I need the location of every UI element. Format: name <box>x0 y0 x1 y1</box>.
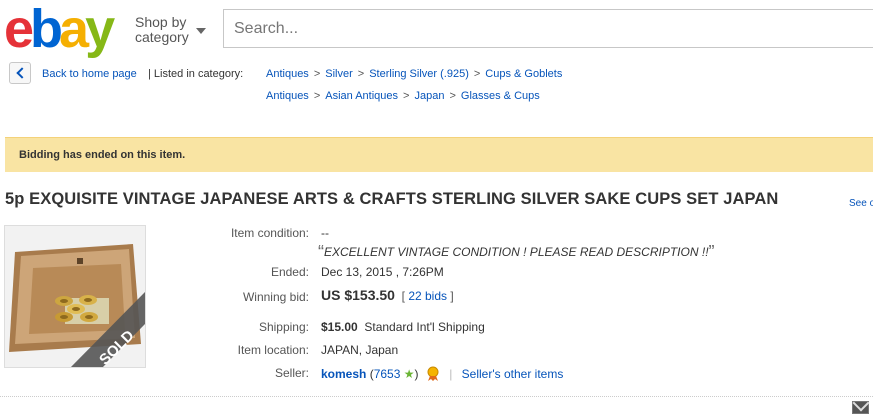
back-chevron-icon[interactable] <box>9 62 31 84</box>
chevron-down-icon <box>196 28 206 34</box>
item-location-label: Item location: <box>237 343 309 357</box>
section-divider <box>0 396 873 397</box>
breadcrumb-asian-antiques[interactable]: Asian Antiques <box>325 90 398 102</box>
logo-letter-b: b <box>30 0 63 59</box>
see-original-link[interactable]: See o <box>849 198 873 209</box>
winning-bid-row: US $153.50 [ 22 bids ] <box>321 287 454 303</box>
search-input[interactable] <box>223 9 873 48</box>
breadcrumb-separator: > <box>357 68 365 80</box>
item-condition-label: Item condition: <box>230 226 309 240</box>
breadcrumb-separator: > <box>473 68 481 80</box>
condition-note-text: EXCELLENT VINTAGE CONDITION ! PLEASE REA… <box>324 245 709 259</box>
seller-feedback-link[interactable]: 7653 <box>374 367 401 381</box>
ended-label: Ended: <box>270 265 309 279</box>
bid-history-link[interactable]: 22 bids <box>408 289 447 303</box>
seller-row: komesh (7653 ★) | Seller's other items <box>321 366 564 381</box>
seller-label: Seller: <box>274 366 309 380</box>
breadcrumb-secondary: Antiques > Asian Antiques > Japan > Glasses & … <box>266 90 540 103</box>
listed-in-category-label: | Listed in category: <box>148 68 244 80</box>
breadcrumb-separator: > <box>403 90 410 102</box>
site-header: ebay Shop by category <box>0 0 873 58</box>
item-photo-image: SOLD <box>5 226 145 367</box>
breadcrumb-antiques[interactable]: Antiques <box>266 68 309 80</box>
breadcrumb-japan[interactable]: Japan <box>414 90 444 102</box>
breadcrumb-silver[interactable]: Silver <box>325 68 353 80</box>
category-label: category <box>135 29 189 45</box>
item-title: 5p EXQUISITE VINTAGE JAPANESE ARTS & CRA… <box>5 190 779 208</box>
bid-count: [ 22 bids ] <box>398 289 454 303</box>
shop-by-category-button[interactable]: Shop by category <box>135 14 206 45</box>
breadcrumb-separator: > <box>313 68 321 80</box>
shipping-method: Standard Int'l Shipping <box>364 320 485 334</box>
breadcrumb-sterling-silver[interactable]: Sterling Silver (.925) <box>369 68 469 80</box>
breadcrumb-glasses-cups[interactable]: Glasses & Cups <box>461 90 540 102</box>
ebay-logo[interactable]: ebay <box>4 0 115 59</box>
shipping-label: Shipping: <box>258 320 309 334</box>
item-location-value: JAPAN, Japan <box>321 343 399 357</box>
shop-by-label: Shop by <box>135 14 187 30</box>
shipping-row: $15.00 Standard Int'l Shipping <box>321 320 485 334</box>
top-rated-seller-icon <box>427 366 439 381</box>
condition-note: “EXCELLENT VINTAGE CONDITION ! PLEASE RE… <box>318 242 715 263</box>
bids-close-bracket: ] <box>450 289 454 303</box>
logo-letter-a: a <box>59 0 89 59</box>
breadcrumb-cups-goblets[interactable]: Cups & Goblets <box>485 68 562 80</box>
star-icon: ★ <box>403 367 415 381</box>
back-to-home-link[interactable]: Back to home page <box>42 68 137 81</box>
bidding-ended-message: Bidding has ended on this item. <box>19 149 186 161</box>
close-quote-mark: ” <box>708 242 715 262</box>
breadcrumb-primary: Antiques > Silver > Sterling Silver (.925) > C… <box>266 68 562 81</box>
seller-name: komesh <box>321 367 367 381</box>
breadcrumb-separator: > <box>449 90 456 102</box>
mail-icon[interactable] <box>852 401 869 414</box>
breadcrumb-separator: > <box>313 90 321 102</box>
logo-letter-y: y <box>85 0 115 59</box>
seller-name-link[interactable]: komesh <box>321 367 366 381</box>
winning-bid-label: Winning bid: <box>242 290 309 304</box>
item-photo[interactable]: SOLD <box>4 225 146 368</box>
shipping-cost: $15.00 <box>321 320 358 334</box>
seller-divider: | <box>449 367 453 381</box>
ended-value: Dec 13, 2015 , 7:26PM <box>321 265 444 279</box>
winning-bid-value: US $153.50 <box>321 287 395 303</box>
seller-other-items-link[interactable]: Seller's other items <box>462 367 564 381</box>
bids-open-bracket: [ <box>401 289 405 303</box>
breadcrumb-antiques-2[interactable]: Antiques <box>266 90 309 102</box>
bidding-ended-banner: Bidding has ended on this item. <box>5 137 873 172</box>
logo-letter-e: e <box>4 0 34 59</box>
item-condition-value: -- <box>321 226 329 240</box>
